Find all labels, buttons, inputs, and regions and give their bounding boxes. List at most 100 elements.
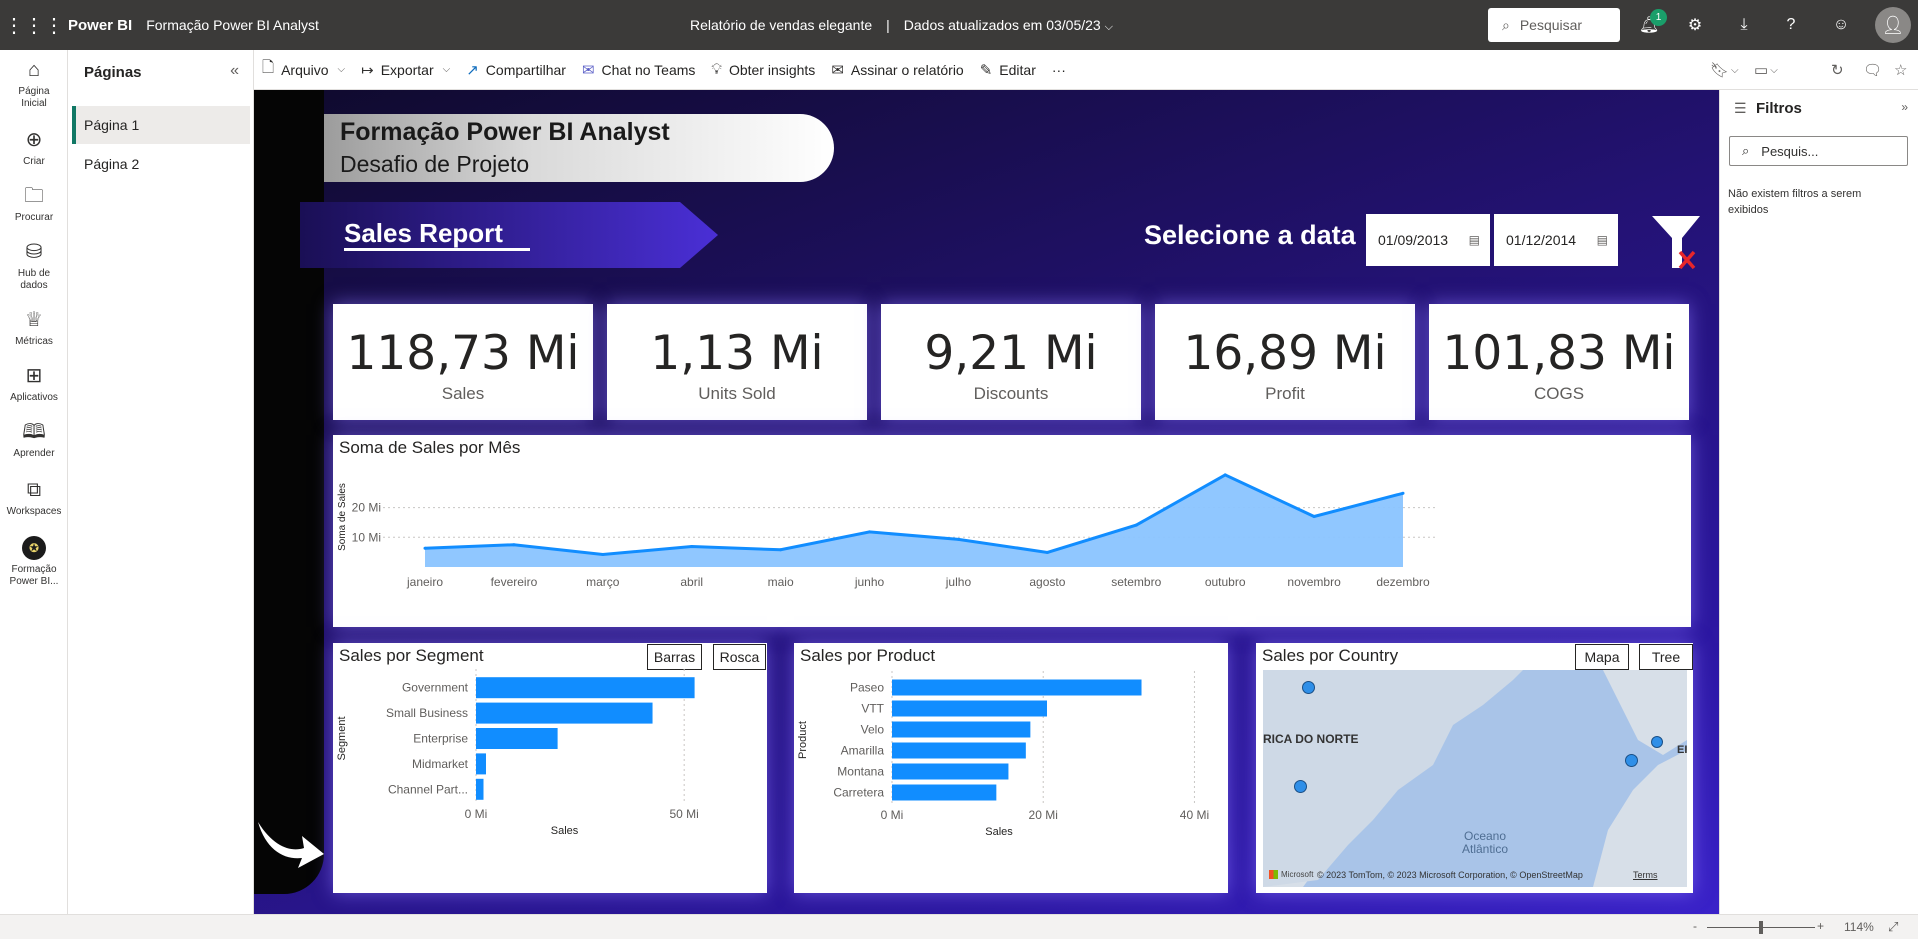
refresh-icon[interactable]: ↻ [1831, 50, 1844, 90]
sales-by-segment-panel[interactable]: Sales por Segment Barras Rosca 0 Mi 50 Mi… [333, 643, 767, 893]
insights-label: Obter insights [728, 61, 816, 78]
x-tick-label: novembro [1287, 575, 1341, 589]
kpi-value: 16,89 Mi [1183, 326, 1387, 381]
share-button[interactable]: ↗ Compartilhar [458, 50, 574, 90]
filters-pane: ☰ Filtros » ⌕ Pesquis... Não existem filt… [1719, 90, 1918, 914]
calendar-icon[interactable]: ▤ [1469, 233, 1480, 247]
nav-browse[interactable]: 🗀︎ Procurar [0, 184, 68, 224]
map-attribution[interactable]: © 2023 TomTom, © 2023 Microsoft Corporat… [1317, 870, 1583, 880]
favorite-star-icon[interactable]: ☆ [1894, 50, 1907, 90]
clear-filter-icon[interactable] [1650, 212, 1704, 272]
kpi-label: Sales [441, 384, 485, 403]
map-bubble[interactable] [1651, 736, 1663, 748]
report-page: Formação Power BI Analyst Desafio de Pro… [254, 90, 1719, 914]
nav-home[interactable]: ⌂ Página Inicial [0, 58, 68, 110]
title-banner: Formação Power BI Analyst Desafio de Pro… [324, 114, 834, 182]
y-tick-label: 10 Mi [352, 530, 381, 544]
subscribe-button[interactable]: ✉ Assinar o relatório [823, 50, 971, 90]
nav-workspace-current[interactable]: ✪ Formação Power BI... [0, 536, 68, 588]
bar [476, 728, 558, 749]
book-icon: 🕮︎ [22, 421, 46, 443]
tree-toggle-button[interactable]: Tree [1639, 644, 1693, 670]
home-icon: ⌂ [27, 59, 41, 81]
nav-learn[interactable]: 🕮︎ Aprender [0, 420, 68, 460]
ocean-label-line2: Atlântico [1462, 842, 1509, 856]
kpi-label: Units Sold [698, 384, 776, 403]
date-start-input[interactable]: 01/09/2013 ▤ [1366, 214, 1490, 266]
bar [476, 753, 486, 775]
nav-metrics[interactable]: ♕ Métricas [0, 308, 68, 348]
view-icon[interactable]: ▭ ⌵ [1754, 50, 1778, 90]
zoom-slider-handle[interactable] [1759, 921, 1763, 934]
data-updated-dropdown[interactable]: Dados atualizados em 03/05/23 ⌵ [904, 17, 1113, 34]
waffle-icon[interactable]: ⋮⋮⋮ [0, 0, 68, 50]
avatar[interactable]: 👤︎ [1875, 7, 1911, 43]
date-start-value: 01/09/2013 [1378, 232, 1449, 248]
file-menu-button[interactable]: 🗋︎ Arquivo ⌵ [254, 50, 353, 90]
filters-search-input[interactable]: ⌕ Pesquis... [1729, 136, 1908, 166]
trophy-icon: ♕ [25, 309, 43, 331]
download-icon[interactable]: ⤓ [1727, 0, 1761, 50]
global-search-input[interactable]: ⌕ Pesquisar [1488, 8, 1620, 42]
title-separator: | [886, 17, 890, 33]
navigate-arrow-icon[interactable] [254, 814, 326, 874]
map-ocean-label: Oceano Atlântico [1462, 830, 1508, 856]
nav-data-hub[interactable]: ⛁ Hub de dados [0, 240, 68, 292]
map-area[interactable]: RICA DO NORTE Oceano Atlântico EI Microso… [1263, 670, 1687, 887]
zoom-in-button[interactable]: + [1817, 919, 1824, 933]
comment-icon[interactable]: 🗨︎ [1863, 50, 1882, 90]
fit-to-page-icon[interactable]: ⤢ [1888, 919, 1898, 935]
nav-label: Aplicativos [10, 392, 58, 403]
nav-workspaces[interactable]: ⧉ Workspaces [0, 478, 68, 518]
edit-button[interactable]: ✎ Editar [972, 50, 1044, 90]
nav-label: Página Inicial [18, 86, 50, 109]
chevron-down-icon: ⌵ [1770, 64, 1778, 76]
bookmark-icon[interactable]: 🔖︎ ⌵ [1710, 50, 1739, 90]
app-name[interactable]: Power BI [68, 17, 132, 34]
y-tick-label: Carretera [833, 786, 884, 800]
calendar-icon[interactable]: ▤ [1597, 233, 1608, 247]
map-toggle-button[interactable]: Mapa [1575, 644, 1629, 670]
x-tick-label: 20 Mi [1029, 808, 1058, 822]
collapse-icon[interactable]: « [230, 62, 239, 80]
page-tab-1[interactable]: Página 1 [72, 106, 250, 144]
map-bubble[interactable] [1294, 780, 1307, 793]
expand-icon[interactable]: » [1901, 100, 1908, 114]
x-tick-label: julho [945, 575, 972, 589]
workspaces-icon: ⧉ [26, 479, 42, 501]
data-point [868, 530, 872, 534]
y-tick-label: Enterprise [413, 732, 468, 746]
y-axis-label: Product [797, 721, 809, 759]
nav-create[interactable]: ⊕ Criar [0, 128, 68, 168]
data-point [1045, 550, 1049, 554]
sales-by-month-chart-panel[interactable]: Soma de Sales por Mês Soma de Sales 10 Mi… [333, 435, 1691, 627]
teams-chat-button[interactable]: ✉ Chat no Teams [574, 50, 703, 90]
export-icon: ↦ [361, 61, 374, 79]
gear-icon[interactable]: ⚙ [1678, 0, 1712, 50]
data-point [1134, 523, 1138, 527]
help-icon[interactable]: ? [1774, 0, 1808, 50]
x-tick-label: maio [768, 575, 794, 589]
kpi-card-sales: 118,73 Mi Sales [333, 304, 593, 420]
y-tick-label: Velo [861, 723, 885, 737]
y-tick-label: Montana [837, 765, 884, 779]
more-options-button[interactable]: ··· [1044, 50, 1074, 90]
smiley-icon[interactable]: ☺ [1824, 0, 1858, 50]
sales-by-product-panel[interactable]: Sales por Product 0 Mi 20 Mi 40 Mi Paseo VTT… [794, 643, 1228, 893]
map-bubble[interactable] [1302, 681, 1315, 694]
date-end-input[interactable]: 01/12/2014 ▤ [1494, 214, 1618, 266]
data-point [512, 543, 516, 547]
export-button[interactable]: ↦ Exportar ⌵ [353, 50, 458, 90]
insights-button[interactable]: 💡︎ Obter insights [703, 50, 823, 90]
map-bubble[interactable] [1625, 754, 1638, 767]
workspace-name[interactable]: Formação Power BI Analyst [146, 17, 319, 33]
y-tick-label: VTT [861, 702, 884, 716]
map-terms-link[interactable]: Terms [1633, 870, 1658, 880]
sales-by-country-panel[interactable]: Sales por Country Mapa Tree RICA DO NORT… [1256, 643, 1693, 893]
y-tick-label: Paseo [850, 681, 884, 695]
top-bar: ⋮⋮⋮ Power BI Formação Power BI Analyst R… [0, 0, 1918, 50]
nav-apps[interactable]: ⊞ Aplicativos [0, 364, 68, 404]
page-tab-2[interactable]: Página 2 [72, 145, 250, 183]
zoom-out-button[interactable]: - [1693, 919, 1697, 933]
bell-icon[interactable]: 🔔︎ 1 [1632, 0, 1667, 50]
